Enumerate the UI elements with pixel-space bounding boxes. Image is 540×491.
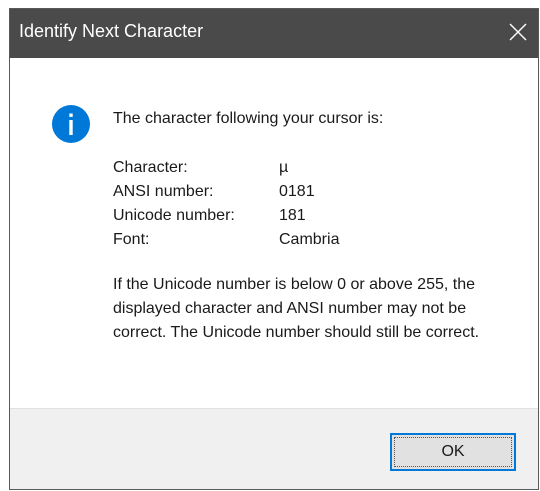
font-row: Font: Cambria — [113, 228, 339, 252]
unicode-number-row: Unicode number: 181 — [113, 204, 339, 228]
character-info-table: Character: µ ANSI number: 0181 Unicode num… — [113, 156, 339, 252]
ansi-number-label: ANSI number: — [113, 183, 214, 200]
character-row: Character: µ — [113, 156, 339, 180]
close-button[interactable] — [498, 9, 538, 58]
background-document — [0, 0, 540, 8]
title-bar[interactable]: Identify Next Character — [10, 9, 538, 58]
font-value: Cambria — [279, 231, 340, 248]
identify-character-dialog: Identify Next Character The character fo… — [9, 8, 539, 490]
info-icon — [52, 105, 90, 143]
dialog-content: The character following your cursor is: … — [10, 58, 538, 408]
unicode-number-label: Unicode number: — [113, 207, 235, 224]
ansi-number-row: ANSI number: 0181 — [113, 180, 339, 204]
ok-button-label: OK — [441, 443, 465, 460]
ansi-number-value: 0181 — [279, 183, 315, 200]
dialog-footer: OK — [10, 408, 538, 489]
intro-text: The character following your cursor is: — [113, 110, 384, 127]
character-value: µ — [279, 159, 289, 176]
warning-note: If the Unicode number is below 0 or abov… — [113, 276, 480, 341]
close-icon — [509, 23, 527, 41]
ok-button[interactable]: OK — [390, 433, 516, 471]
character-label: Character: — [113, 159, 188, 176]
dialog-title: Identify Next Character — [19, 21, 204, 41]
unicode-number-value: 181 — [279, 207, 306, 224]
font-label: Font: — [113, 231, 150, 248]
